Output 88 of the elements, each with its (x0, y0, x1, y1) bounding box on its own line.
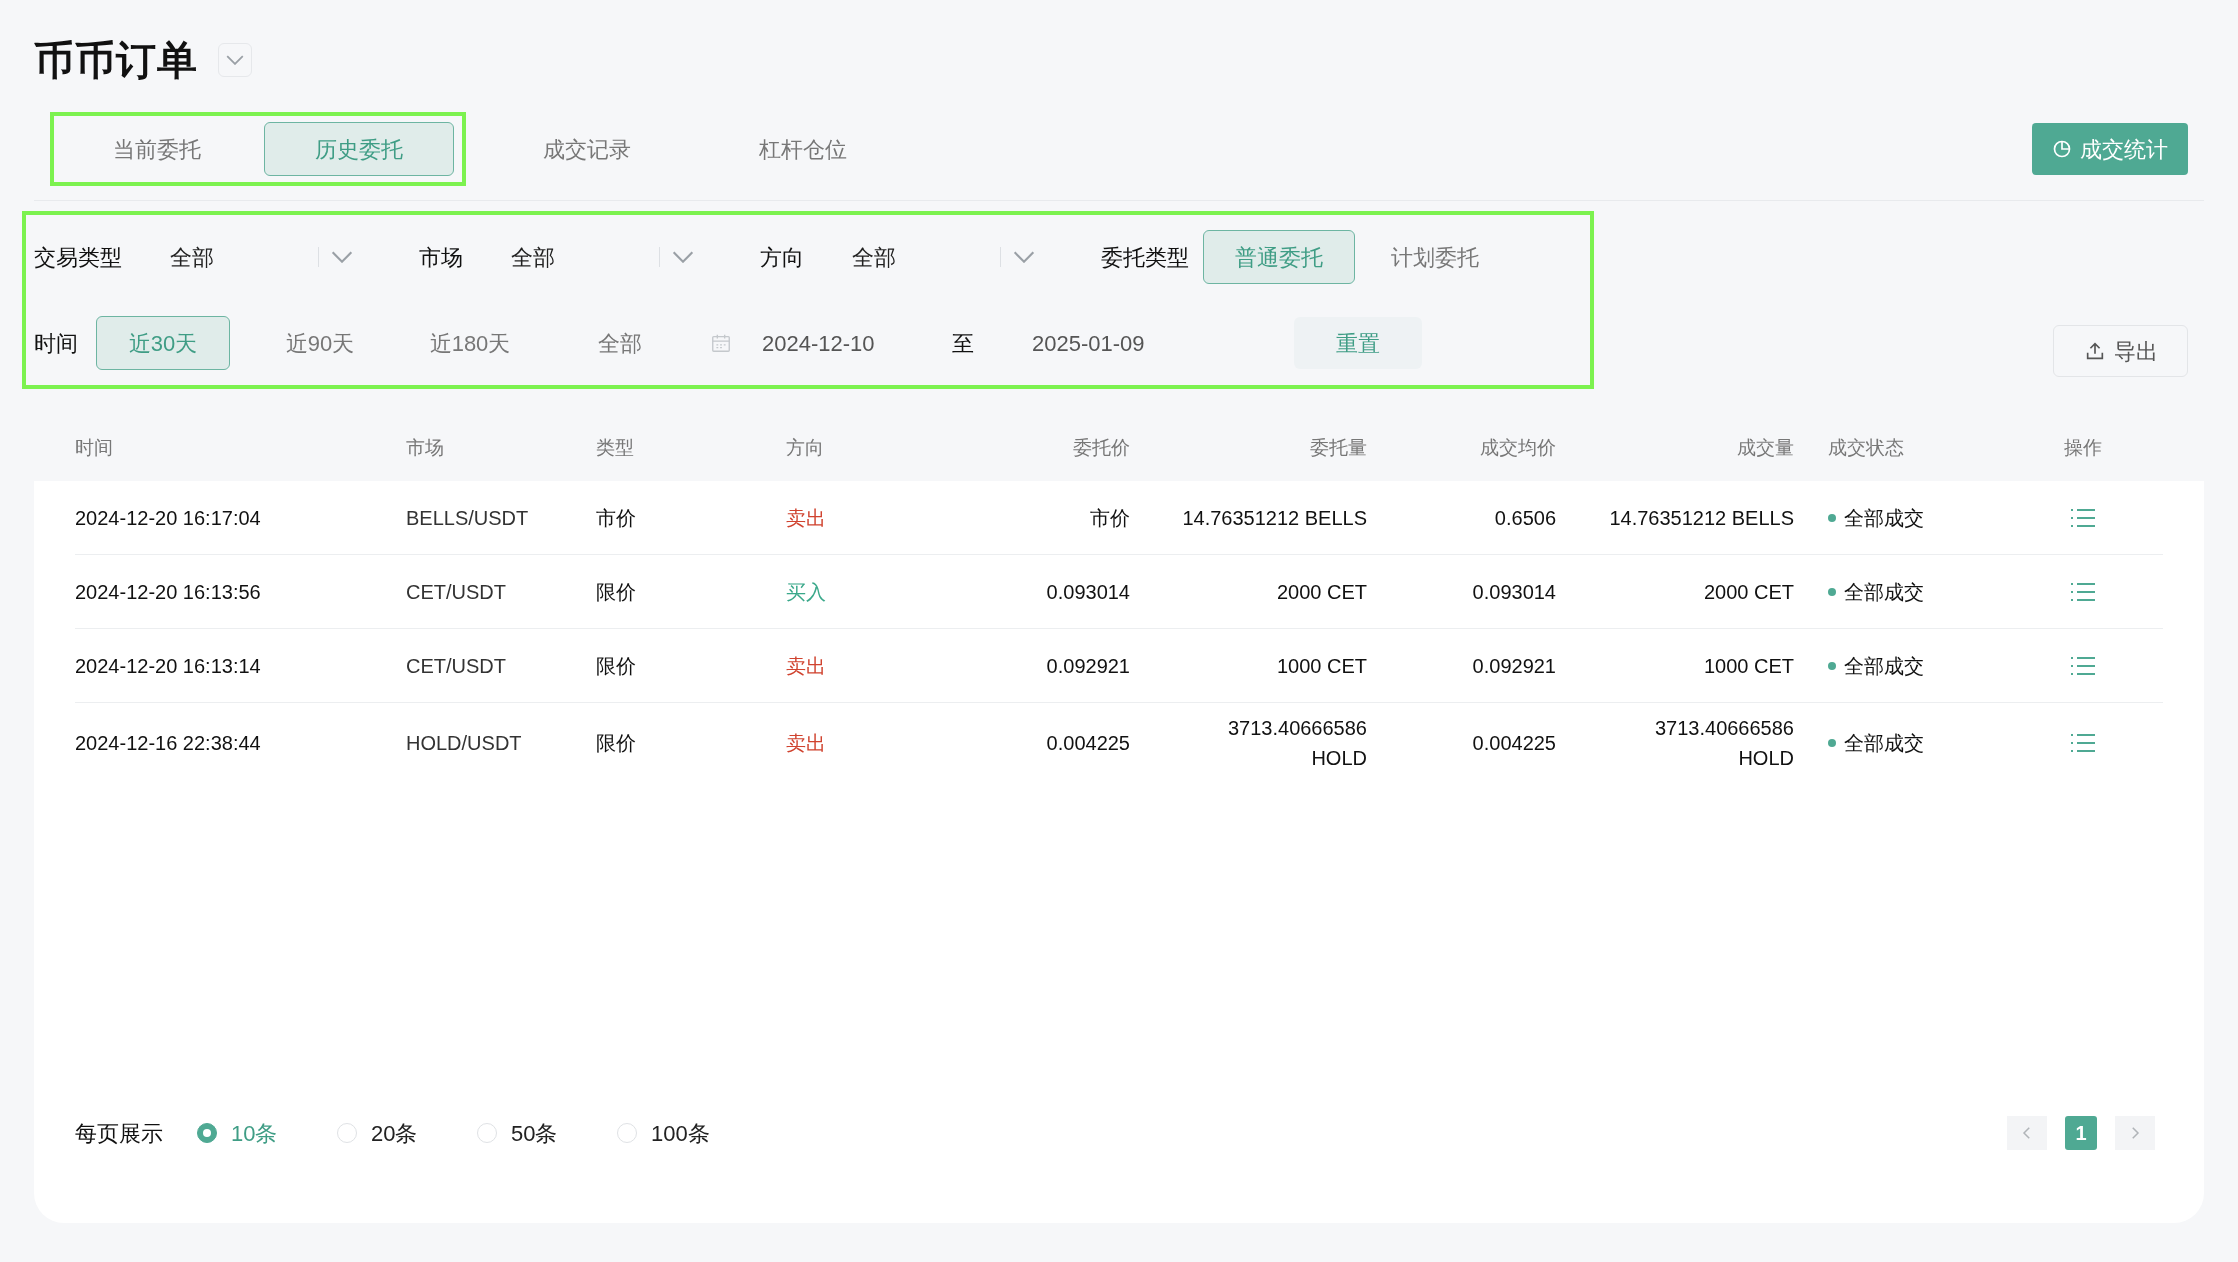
segment-button[interactable]: 近30天 (96, 316, 230, 370)
dropdown[interactable]: 全部 (511, 240, 696, 274)
table-cell-text: 1000 CET (1703, 653, 1794, 679)
reset-button[interactable]: 重置 (1294, 317, 1422, 369)
chevron-down-icon (672, 251, 694, 263)
tab[interactable]: 当前委托 (62, 122, 252, 176)
chevron-down-icon (331, 251, 353, 263)
column-header: 类型 (596, 435, 635, 460)
tab[interactable]: 成交记录 (492, 122, 682, 176)
table-cell-text: 14.76351212 BELLS (1182, 505, 1367, 531)
table-cell-text: 0.093014 (1046, 579, 1130, 605)
calendar-icon (710, 332, 732, 354)
page-button[interactable]: 1 (2065, 1116, 2097, 1150)
table-cell-text: 14.76351212 BELLS (1609, 505, 1794, 531)
direction-cell-text: 卖出 (786, 505, 827, 531)
segment-button[interactable]: 近180天 (400, 316, 540, 370)
table-cell-text: 0.093014 (1472, 579, 1556, 605)
table-cell-text: 市价 (596, 505, 636, 531)
table-cell-text: BELLS/USDT (406, 505, 529, 531)
date-separator: 至 (952, 329, 975, 358)
dropdown[interactable]: 全部 (852, 240, 1037, 274)
table-cell-text: HOLD/USDT (406, 731, 522, 756)
table-cell-text: 限价 (596, 653, 636, 679)
radio-option[interactable]: 50条 (477, 1116, 617, 1150)
direction-cell-text: 卖出 (786, 731, 827, 756)
table-cell-text: 2024-12-20 16:13:56 (75, 579, 261, 605)
table-cell-text: 市价 (1090, 505, 1130, 531)
table-cell-text: 2000 CET (1703, 579, 1794, 605)
radio-option[interactable]: 20条 (337, 1116, 477, 1150)
table-cell-text: 限价 (596, 579, 636, 605)
table-cell-text: 2000 CET (1276, 579, 1367, 605)
filter-label: 方向 (760, 243, 804, 272)
segment-button[interactable]: 全部 (550, 316, 690, 370)
status-text: 全部成交 (1844, 653, 1924, 679)
date-to-field[interactable]: 2025-01-09 (1032, 326, 1294, 360)
status-text: 全部成交 (1844, 731, 1924, 756)
status-text: 全部成交 (1844, 579, 1924, 605)
filter-label: 交易类型 (34, 243, 122, 272)
table-cell-text: CET/USDT (406, 579, 506, 605)
column-header: 时间 (75, 435, 114, 460)
column-header: 委托价 (1072, 435, 1130, 460)
table-cell-text: 0.004225 (1472, 731, 1556, 756)
segment-button[interactable]: 普通委托 (1203, 230, 1355, 284)
filter-label: 时间 (34, 329, 78, 358)
table-cell-text: 限价 (596, 731, 636, 756)
table-cell-text: 0.004225 (1046, 731, 1130, 756)
page-title: 币币订单 (34, 37, 198, 84)
list-icon[interactable] (2070, 580, 2096, 603)
page-size-label: 每页展示 (75, 1119, 163, 1148)
table-cell-text: 2024-12-20 16:13:14 (75, 653, 261, 679)
chevron-down-icon (1013, 251, 1035, 263)
tab[interactable]: 杠杆仓位 (708, 122, 898, 176)
list-icon[interactable] (2070, 732, 2096, 754)
table-cell-text: 3713.40666586 HOLD (1653, 716, 1794, 771)
direction-cell-text: 卖出 (786, 653, 827, 679)
table-cell-text: 3713.40666586 HOLD (1226, 716, 1367, 771)
column-header: 成交量 (1736, 435, 1794, 460)
pie-chart-icon (2052, 139, 2072, 159)
segment-button[interactable]: 近90天 (250, 316, 390, 370)
dropdown[interactable]: 全部 (170, 240, 355, 274)
column-header: 方向 (786, 435, 825, 460)
radio-option[interactable]: 10条 (197, 1116, 337, 1150)
stats-button[interactable]: 成交统计 (2032, 123, 2188, 175)
table-cell-text: 2024-12-20 16:17:04 (75, 505, 261, 531)
column-header: 成交均价 (1479, 435, 1556, 460)
column-header: 成交状态 (1827, 435, 1905, 460)
column-header: 操作 (2063, 435, 2103, 460)
export-button[interactable]: 导出 (2053, 325, 2188, 377)
table-cell-text: CET/USDT (406, 653, 506, 679)
tab[interactable]: 历史委托 (264, 122, 454, 176)
list-icon[interactable] (2070, 506, 2096, 529)
filter-label: 市场 (419, 243, 463, 272)
column-header: 委托量 (1309, 435, 1367, 460)
table-cell-text: 0.092921 (1046, 653, 1130, 679)
table-cell-text: 1000 CET (1276, 653, 1367, 679)
table-cell-text: 0.092921 (1472, 653, 1556, 679)
date-from-field[interactable]: 2024-12-10 (762, 326, 952, 360)
status-text: 全部成交 (1844, 505, 1924, 531)
table-cell-text: 0.6506 (1494, 505, 1556, 531)
chevron-down-icon (226, 55, 244, 65)
list-icon[interactable] (2070, 654, 2096, 677)
segment-button[interactable]: 计划委托 (1355, 230, 1515, 284)
table-cell-text: 2024-12-16 22:38:44 (75, 731, 261, 756)
filter-label: 委托类型 (1101, 243, 1189, 272)
column-header: 市场 (406, 435, 445, 460)
direction-cell-text: 买入 (786, 579, 827, 605)
radio-option[interactable]: 100条 (617, 1116, 757, 1150)
title-dropdown-button[interactable] (218, 43, 252, 77)
